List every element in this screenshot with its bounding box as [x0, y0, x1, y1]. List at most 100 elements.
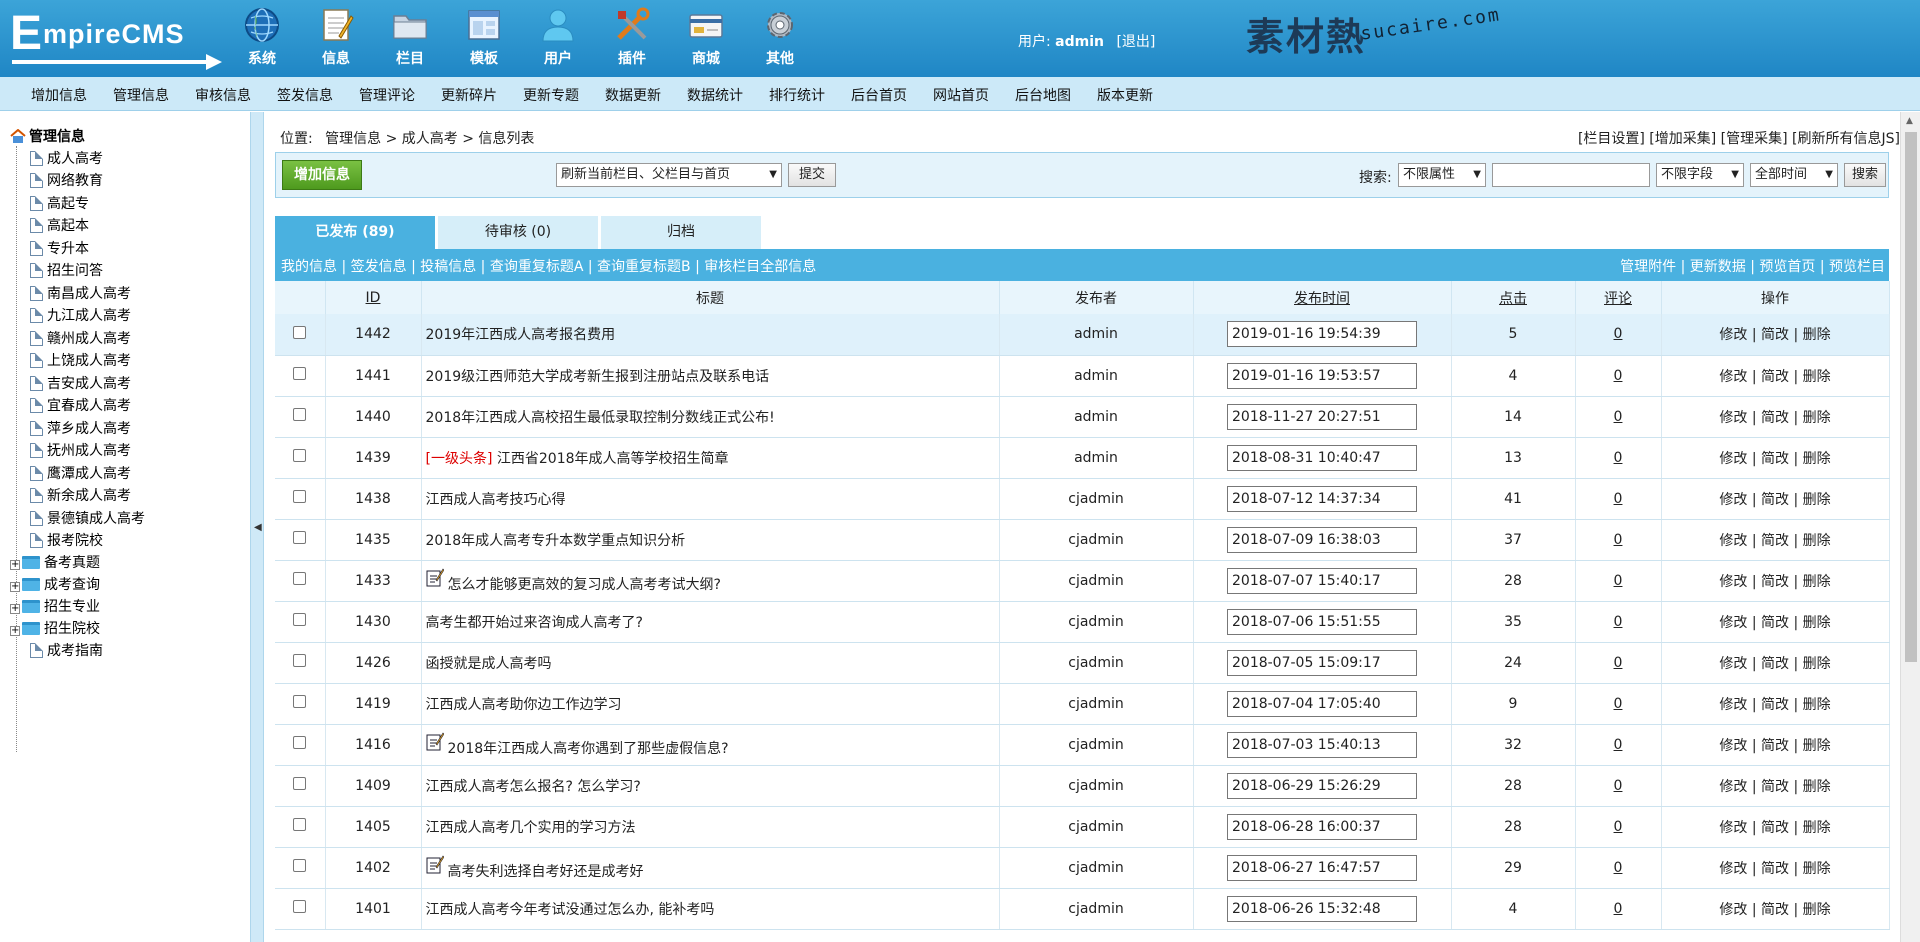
row-checkbox[interactable]: [293, 531, 307, 544]
row-time-input[interactable]: 2018-11-27 20:27:51: [1227, 403, 1417, 430]
row-actions[interactable]: 修改 | 简改 | 删除: [1661, 642, 1890, 684]
row-comments-link[interactable]: 0: [1614, 450, 1623, 466]
table-row[interactable]: 1435 2018年成人高考专升本数学重点知识分析 cjadmin 2018-07-0…: [275, 519, 1890, 561]
tree-item[interactable]: 萍乡成人高考: [30, 418, 131, 438]
subnav-manage-comments[interactable]: 管理评论: [359, 85, 415, 105]
row-time-input[interactable]: 2019-01-16 19:53:57: [1227, 362, 1417, 389]
expand-icon[interactable]: +: [10, 560, 20, 570]
row-checkbox[interactable]: [293, 490, 307, 503]
topnav-column[interactable]: 栏目: [380, 6, 440, 68]
row-actions[interactable]: 修改 | 简改 | 删除: [1661, 519, 1890, 561]
row-actions[interactable]: 修改 | 简改 | 删除: [1661, 806, 1890, 848]
tree-root[interactable]: 管理信息: [10, 126, 85, 146]
row-comments-link[interactable]: 0: [1614, 778, 1623, 794]
table-row[interactable]: 1438 江西成人高考技巧心得 cjadmin 2018-07-12 14:37:34…: [275, 478, 1890, 520]
table-row[interactable]: 1433 怎么才能够更高效的复习成人高考考试大纲? cjadmin 2018-07-0…: [275, 560, 1890, 602]
col-clicks[interactable]: 点击: [1451, 281, 1576, 314]
row-time-input[interactable]: 2018-07-05 15:09:17: [1227, 649, 1417, 676]
row-comments-link[interactable]: 0: [1614, 409, 1623, 425]
tab-archive[interactable]: 归档: [601, 216, 761, 249]
subnav-update-topic[interactable]: 更新专题: [523, 85, 579, 105]
subnav-data-update[interactable]: 数据更新: [605, 85, 661, 105]
row-title-link[interactable]: 江西省2018年成人高等学校招生简章: [497, 451, 729, 467]
vertical-scrollbar[interactable]: ▲: [1900, 112, 1920, 942]
row-comments-link[interactable]: 0: [1614, 860, 1623, 876]
submit-button[interactable]: 提交: [788, 163, 836, 187]
tree-item[interactable]: 九江成人高考: [30, 305, 131, 325]
scrollbar-thumb[interactable]: [1905, 132, 1917, 662]
row-comments-link[interactable]: 0: [1614, 326, 1623, 342]
subnav-audit-info[interactable]: 审核信息: [195, 85, 251, 105]
subnav-site-home[interactable]: 网站首页: [933, 85, 989, 105]
row-time-input[interactable]: 2018-06-29 15:26:29: [1227, 772, 1417, 799]
tab-pending[interactable]: 待审核 (0): [438, 216, 598, 249]
row-comments-link[interactable]: 0: [1614, 819, 1623, 835]
row-title-link[interactable]: 怎么才能够更高效的复习成人高考考试大纲?: [448, 577, 721, 593]
row-title-link[interactable]: 高考失利选择自考好还是成考好: [448, 864, 644, 880]
tree-item[interactable]: 报考院校: [30, 530, 103, 550]
table-row[interactable]: 1419 江西成人高考助你边工作边学习 cjadmin 2018-07-04 17:0…: [275, 683, 1890, 725]
logout-link[interactable]: [退出]: [1116, 34, 1155, 50]
row-comments-link[interactable]: 0: [1614, 696, 1623, 712]
tree-item[interactable]: 赣州成人高考: [30, 328, 131, 348]
row-actions[interactable]: 修改 | 简改 | 删除: [1661, 847, 1890, 889]
row-actions[interactable]: 修改 | 简改 | 删除: [1661, 765, 1890, 807]
row-checkbox[interactable]: [293, 449, 307, 462]
search-input[interactable]: [1492, 163, 1650, 187]
sidebar-splitter[interactable]: ◀: [250, 112, 264, 942]
subnav-admin-map[interactable]: 后台地图: [1015, 85, 1071, 105]
row-time-input[interactable]: 2018-06-26 15:32:48: [1227, 895, 1417, 922]
topnav-plugin[interactable]: 插件: [602, 6, 662, 68]
row-title-link[interactable]: 函授就是成人高考吗: [426, 656, 552, 672]
topnav-template[interactable]: 模板: [454, 6, 514, 68]
row-time-input[interactable]: 2019-01-16 19:54:39: [1227, 321, 1417, 348]
row-checkbox[interactable]: [293, 325, 307, 339]
row-title-link[interactable]: 2019级江西师范大学成考新生报到注册站点及联系电话: [426, 369, 770, 385]
subnav-sign-info[interactable]: 签发信息: [277, 85, 333, 105]
expand-icon[interactable]: +: [10, 626, 20, 636]
row-checkbox[interactable]: [293, 818, 307, 831]
topnav-info[interactable]: 信息: [306, 6, 366, 68]
subnav-add-info[interactable]: 增加信息: [31, 85, 87, 105]
table-row[interactable]: 1401 江西成人高考今年考试没通过怎么办, 能补考吗 cjadmin 2018-06…: [275, 888, 1890, 930]
field-select[interactable]: 不限字段 ▼: [1656, 163, 1744, 187]
row-time-input[interactable]: 2018-07-07 15:40:17: [1227, 567, 1417, 594]
row-checkbox[interactable]: [293, 736, 307, 749]
tree-item[interactable]: 专升本: [30, 238, 89, 258]
row-actions[interactable]: 修改 | 简改 | 删除: [1661, 314, 1890, 356]
row-time-input[interactable]: 2018-07-06 15:51:55: [1227, 608, 1417, 635]
row-checkbox[interactable]: [293, 408, 307, 421]
scroll-up-icon[interactable]: ▲: [1906, 116, 1913, 126]
tree-item[interactable]: 招生问答: [30, 260, 103, 280]
tree-item[interactable]: 上饶成人高考: [30, 350, 131, 370]
row-comments-link[interactable]: 0: [1614, 655, 1623, 671]
table-row[interactable]: 1430 高考生都开始过来咨询成人高考了? cjadmin 2018-07-06 15…: [275, 601, 1890, 643]
tree-item[interactable]: 成考指南: [30, 640, 103, 660]
row-comments-link[interactable]: 0: [1614, 901, 1623, 917]
expand-icon[interactable]: +: [10, 604, 20, 614]
row-checkbox[interactable]: [293, 572, 307, 585]
row-checkbox[interactable]: [293, 777, 307, 790]
col-id[interactable]: ID: [325, 281, 422, 314]
row-title-link[interactable]: 江西成人高考技巧心得: [426, 492, 566, 508]
topnav-user[interactable]: 用户: [528, 6, 588, 68]
expand-icon[interactable]: +: [10, 582, 20, 592]
refresh-select[interactable]: 刷新当前栏目、父栏目与首页 ▼: [556, 163, 782, 187]
row-comments-link[interactable]: 0: [1614, 614, 1623, 630]
row-actions[interactable]: 修改 | 简改 | 删除: [1661, 601, 1890, 643]
table-row[interactable]: 1439 [一级头条] 江西省2018年成人高等学校招生简章 admin 2018-0…: [275, 437, 1890, 479]
row-time-input[interactable]: 2018-07-09 16:38:03: [1227, 526, 1417, 553]
table-row[interactable]: 1405 江西成人高考几个实用的学习方法 cjadmin 2018-06-28 16:…: [275, 806, 1890, 848]
breadcrumb-path[interactable]: 管理信息 > 成人高考 > 信息列表: [325, 131, 534, 147]
row-title-link[interactable]: 江西成人高考助你边工作边学习: [426, 697, 622, 713]
row-time-input[interactable]: 2018-06-28 16:00:37: [1227, 813, 1417, 840]
top-links[interactable]: [栏目设置] [增加采集] [管理采集] [刷新所有信息JS]: [1578, 128, 1900, 148]
row-title-link[interactable]: 2018年江西成人高校招生最低录取控制分数线正式公布!: [426, 410, 775, 426]
tree-item[interactable]: 成人高考: [30, 148, 103, 168]
subnav-admin-home[interactable]: 后台首页: [851, 85, 907, 105]
row-checkbox[interactable]: [293, 900, 307, 913]
row-actions[interactable]: 修改 | 简改 | 删除: [1661, 724, 1890, 766]
row-checkbox[interactable]: [293, 367, 307, 380]
row-title-link[interactable]: 2019年江西成人高考报名费用: [426, 327, 616, 343]
row-title-link[interactable]: 江西成人高考今年考试没通过怎么办, 能补考吗: [426, 902, 715, 918]
